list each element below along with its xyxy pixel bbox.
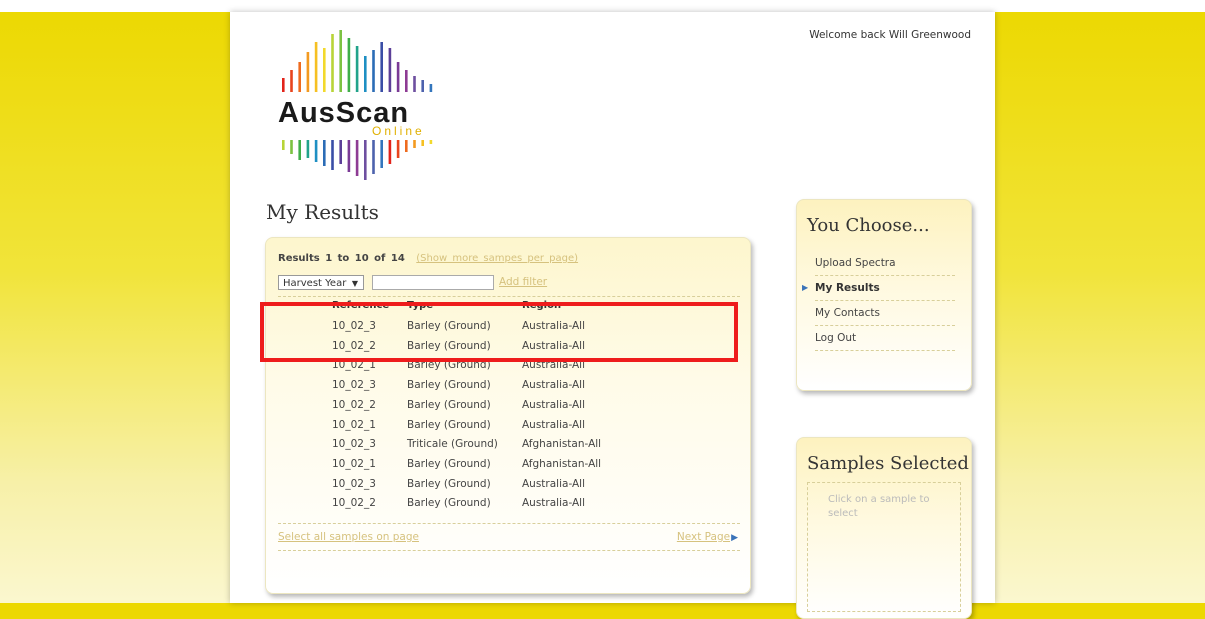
samples-selected-box[interactable]: Click on a sample to select	[807, 482, 961, 612]
logo-bar	[388, 140, 392, 164]
cell-region[interactable]: Australia-All	[522, 399, 585, 411]
logo-bar	[347, 38, 351, 92]
logo-bar	[290, 140, 293, 154]
menu-item-label: Upload Spectra	[815, 257, 896, 269]
menu-item-my-contacts[interactable]: My Contacts	[815, 301, 955, 326]
logo-bar	[298, 140, 301, 160]
cell-reference[interactable]: 10_02_2	[332, 497, 376, 509]
logo-bar	[405, 70, 408, 92]
filter-select[interactable]: Harvest Year ▼	[278, 275, 364, 290]
menu-item-label: My Results	[815, 282, 880, 294]
select-all-link[interactable]: Select all samples on page	[278, 531, 419, 543]
cell-type[interactable]: Barley (Ground)	[407, 497, 491, 509]
show-more-link[interactable]: (Show more sampes per page)	[416, 253, 578, 264]
logo-bar	[314, 42, 318, 92]
cell-reference[interactable]: 10_02_3	[332, 379, 376, 391]
logo-bar	[372, 50, 375, 92]
divider	[278, 523, 740, 524]
logo-bar	[429, 84, 433, 92]
logo-bar	[413, 76, 416, 92]
logo-bar	[380, 140, 383, 168]
results-summary: Results 1 to 10 of 14 (Show more sampes …	[278, 253, 578, 264]
cell-type[interactable]: Barley (Ground)	[407, 478, 491, 490]
logo-bar	[331, 140, 334, 170]
logo-bar	[380, 42, 383, 92]
cell-region[interactable]: Australia-All	[522, 419, 585, 431]
highlight-box	[260, 302, 738, 362]
top-strip	[0, 0, 1205, 12]
logo-bar	[314, 140, 318, 162]
logo-bar	[282, 78, 285, 92]
logo-bar	[421, 140, 424, 146]
samples-hint: Click on a sample to select	[828, 494, 930, 519]
logo-bar	[347, 140, 351, 172]
dropdown-arrow-icon: ▼	[351, 279, 358, 288]
you-choose-panel: You Choose... Upload Spectra ▶ My Result…	[796, 199, 972, 391]
samples-selected-title: Samples Selected	[807, 453, 969, 474]
page-title: My Results	[266, 200, 379, 224]
menu-item-my-results[interactable]: ▶ My Results	[802, 276, 955, 301]
cell-reference[interactable]: 10_02_1	[332, 458, 376, 470]
cell-reference[interactable]: 10_02_2	[332, 399, 376, 411]
filter-input[interactable]	[372, 275, 494, 290]
results-panel: Results 1 to 10 of 14 (Show more sampes …	[265, 237, 751, 594]
logo-bar	[331, 34, 334, 92]
next-page-label: Next Page	[676, 531, 731, 543]
cell-region[interactable]: Afghanistan-All	[522, 458, 601, 470]
logo-bar	[429, 140, 433, 144]
cell-reference[interactable]: 10_02_3	[332, 478, 376, 490]
logo-bar	[396, 62, 400, 92]
cell-type[interactable]: Barley (Ground)	[407, 419, 491, 431]
logo-bar	[355, 140, 359, 176]
samples-selected-panel: Samples Selected Click on a sample to se…	[796, 437, 972, 619]
logo-bar	[298, 62, 301, 92]
cell-region[interactable]: Afghanistan-All	[522, 438, 601, 450]
logo-bar	[339, 30, 342, 92]
divider	[278, 550, 740, 551]
you-choose-title: You Choose...	[807, 215, 930, 236]
cell-type[interactable]: Barley (Ground)	[407, 458, 491, 470]
welcome-message: Welcome back Will Greenwood	[809, 29, 971, 41]
results-count: Results 1 to 10 of 14	[278, 253, 405, 264]
cell-region[interactable]: Australia-All	[522, 497, 585, 509]
logo-bar	[364, 56, 367, 92]
filter-select-value: Harvest Year	[283, 278, 347, 289]
logo-bar	[364, 140, 367, 180]
cell-reference[interactable]: 10_02_3	[332, 438, 376, 450]
menu-item-log-out[interactable]: Log Out	[815, 326, 955, 351]
logo-bar	[355, 46, 359, 92]
arrow-right-icon: ▶	[802, 283, 809, 292]
logo-sub: Online	[372, 124, 425, 138]
logo-bar	[306, 140, 310, 158]
logo-bar	[282, 140, 285, 150]
cell-reference[interactable]: 10_02_1	[332, 419, 376, 431]
cell-type[interactable]: Barley (Ground)	[407, 399, 491, 411]
cell-region[interactable]: Australia-All	[522, 379, 585, 391]
logo-bar	[421, 80, 424, 92]
logo-bar	[323, 140, 326, 166]
logo-bar	[323, 48, 326, 92]
add-filter-link[interactable]: Add filter	[499, 276, 547, 288]
logo-bar	[413, 140, 416, 148]
next-page-link[interactable]: Next Page▶	[677, 531, 738, 543]
logo-bar	[388, 48, 392, 92]
cell-region[interactable]: Australia-All	[522, 478, 585, 490]
cell-type[interactable]: Barley (Ground)	[407, 379, 491, 391]
logo-bar	[372, 140, 375, 174]
divider	[278, 296, 740, 297]
logo-bar	[290, 70, 293, 92]
arrow-right-icon: ▶	[731, 533, 738, 543]
ausscan-logo: AusScan Online	[278, 30, 433, 180]
logo-bar	[405, 140, 408, 152]
menu-item-label: Log Out	[815, 332, 857, 344]
logo-bar	[306, 52, 310, 92]
logo-bar	[339, 140, 342, 164]
logo-bar	[396, 140, 400, 158]
menu-item-upload-spectra[interactable]: Upload Spectra	[815, 251, 955, 276]
cell-type[interactable]: Triticale (Ground)	[407, 438, 498, 450]
menu-item-label: My Contacts	[815, 307, 880, 319]
